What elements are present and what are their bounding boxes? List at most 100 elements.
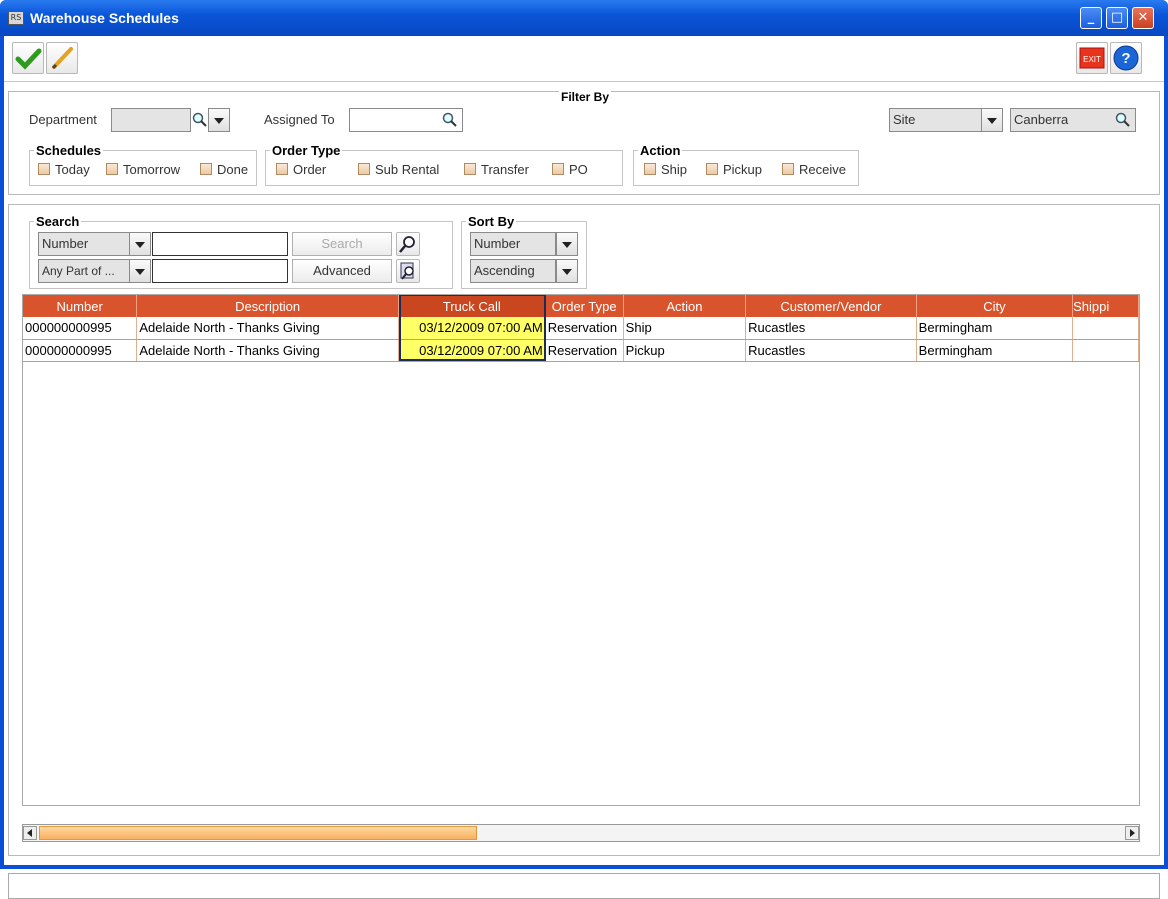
svg-text:EXIT: EXIT xyxy=(1083,55,1101,64)
cell-description[interactable]: Adelaide North - Thanks Giving xyxy=(136,317,399,340)
cell-number[interactable]: 000000000995 xyxy=(23,339,138,362)
table-row[interactable]: 000000000995 Adelaide North - Thanks Giv… xyxy=(23,317,1139,340)
cell-customer-vendor[interactable]: Rucastles xyxy=(745,339,917,362)
column-header-number[interactable]: Number xyxy=(23,295,138,317)
checkbox-box xyxy=(200,163,212,175)
maximize-button[interactable]: □ xyxy=(1106,7,1128,29)
sort-title: Sort By xyxy=(466,214,517,229)
transfer-checkbox[interactable]: Transfer xyxy=(464,162,529,177)
department-label: Department xyxy=(29,112,97,127)
checkbox-box xyxy=(276,163,288,175)
scroll-thumb[interactable] xyxy=(39,826,477,840)
sort-field-dropdown[interactable] xyxy=(556,232,578,256)
checkbox-box xyxy=(106,163,118,175)
find-icon xyxy=(399,236,415,253)
save-button[interactable] xyxy=(12,42,44,74)
search-match-select[interactable]: Any Part of ... xyxy=(38,259,130,283)
status-bar xyxy=(8,873,1160,899)
sort-order-select[interactable]: Ascending xyxy=(470,259,556,283)
sort-field-select[interactable]: Number xyxy=(470,232,556,256)
svg-text:?: ? xyxy=(1121,50,1130,67)
order-type-title: Order Type xyxy=(270,143,343,158)
receive-checkbox[interactable]: Receive xyxy=(782,162,846,177)
column-header-action[interactable]: Action xyxy=(623,295,747,317)
checkbox-box xyxy=(644,163,656,175)
schedule-table: Number Description Truck Call Order Type… xyxy=(23,295,1139,362)
assigned-to-label: Assigned To xyxy=(264,112,335,127)
close-button[interactable]: ✕ xyxy=(1132,7,1154,29)
search-value-input-2[interactable] xyxy=(152,259,288,283)
tomorrow-checkbox[interactable]: Tomorrow xyxy=(106,162,180,177)
checkbox-box xyxy=(782,163,794,175)
order-checkbox[interactable]: Order xyxy=(276,162,326,177)
cell-order-type[interactable]: Reservation xyxy=(545,339,624,362)
help-icon: ? xyxy=(1113,45,1139,71)
magnifier-icon[interactable] xyxy=(1115,112,1131,128)
column-header-description[interactable]: Description xyxy=(136,295,399,317)
cell-action[interactable]: Pickup xyxy=(623,339,747,362)
cell-description[interactable]: Adelaide North - Thanks Giving xyxy=(136,339,399,362)
search-field-select[interactable]: Number xyxy=(38,232,130,256)
magnifier-icon[interactable] xyxy=(442,112,458,128)
sub-rental-checkbox[interactable]: Sub Rental xyxy=(358,162,439,177)
tomorrow-label: Tomorrow xyxy=(123,162,181,177)
order-label: Order xyxy=(293,162,327,177)
site-select[interactable]: Site xyxy=(889,108,982,132)
exit-button[interactable]: EXIT xyxy=(1076,42,1108,74)
cell-shipping[interactable] xyxy=(1072,317,1139,340)
ship-checkbox[interactable]: Ship xyxy=(644,162,687,177)
today-checkbox[interactable]: Today xyxy=(38,162,90,177)
search-field-dropdown[interactable] xyxy=(129,232,151,256)
magnifier-icon[interactable] xyxy=(192,112,208,128)
horizontal-scrollbar[interactable] xyxy=(22,824,1140,842)
cell-order-type[interactable]: Reservation xyxy=(545,317,624,340)
advanced-search-icon-button[interactable] xyxy=(396,259,420,283)
search-value-input[interactable] xyxy=(152,232,288,256)
search-match-dropdown[interactable] xyxy=(129,259,151,283)
done-label: Done xyxy=(217,162,249,177)
filter-panel: Filter By Department Assigned To Site Ca… xyxy=(8,90,1160,195)
transfer-label: Transfer xyxy=(481,162,529,177)
sort-group: Sort By Number Ascending xyxy=(461,214,587,289)
search-group: Search Number Search Any Part of ... Adv… xyxy=(29,214,453,289)
minimize-button[interactable]: _ xyxy=(1080,7,1102,29)
schedules-group: Schedules Today Tomorrow Done xyxy=(29,143,257,186)
cell-number[interactable]: 000000000995 xyxy=(23,317,138,340)
cell-city[interactable]: Bermingham xyxy=(916,317,1074,340)
title-bar: RS Warehouse Schedules _ □ ✕ xyxy=(0,0,1168,36)
department-field[interactable] xyxy=(111,108,191,132)
find-button[interactable] xyxy=(396,232,420,256)
cell-shipping[interactable] xyxy=(1072,339,1139,362)
pickup-label: Pickup xyxy=(723,162,763,177)
checkbox-box xyxy=(706,163,718,175)
column-header-order-type[interactable]: Order Type xyxy=(545,295,624,317)
checkbox-box xyxy=(38,163,50,175)
po-checkbox[interactable]: PO xyxy=(552,162,588,177)
column-header-shipping[interactable]: Shippi xyxy=(1072,295,1139,317)
table-row[interactable]: 000000000995 Adelaide North - Thanks Giv… xyxy=(23,339,1139,362)
search-button[interactable]: Search xyxy=(292,232,392,256)
done-checkbox[interactable]: Done xyxy=(200,162,248,177)
sort-order-dropdown[interactable] xyxy=(556,259,578,283)
pickup-checkbox[interactable]: Pickup xyxy=(706,162,762,177)
checkbox-box xyxy=(552,163,564,175)
cell-action[interactable]: Ship xyxy=(623,317,747,340)
column-header-customer-vendor[interactable]: Customer/Vendor xyxy=(745,295,917,317)
filter-title: Filter By xyxy=(559,90,612,104)
edit-button[interactable] xyxy=(46,42,78,74)
checkbox-box xyxy=(464,163,476,175)
cell-city[interactable]: Bermingham xyxy=(916,339,1074,362)
column-header-city[interactable]: City xyxy=(916,295,1074,317)
check-icon xyxy=(15,48,42,70)
advanced-button[interactable]: Advanced xyxy=(292,259,392,283)
cell-customer-vendor[interactable]: Rucastles xyxy=(745,317,917,340)
department-dropdown[interactable] xyxy=(208,108,230,132)
today-label: Today xyxy=(55,162,90,177)
site-dropdown[interactable] xyxy=(981,108,1003,132)
exit-icon: EXIT xyxy=(1079,47,1105,69)
receive-label: Receive xyxy=(799,162,846,177)
scroll-right-arrow[interactable] xyxy=(1125,826,1139,840)
ship-label: Ship xyxy=(661,162,688,177)
help-button[interactable]: ? xyxy=(1110,42,1142,74)
scroll-left-arrow[interactable] xyxy=(23,826,37,840)
